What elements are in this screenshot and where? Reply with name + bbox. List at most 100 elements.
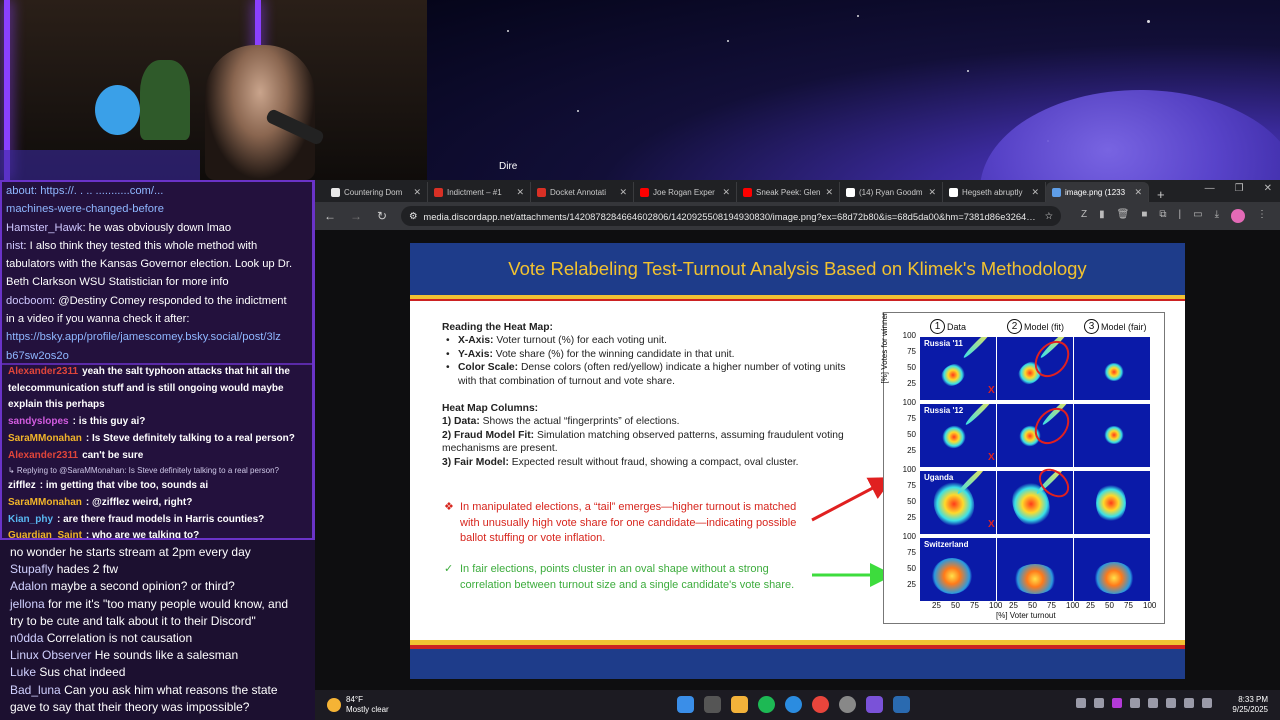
extension-icon[interactable]: ▮: [1099, 209, 1105, 223]
tab-close-icon[interactable]: ✕: [825, 187, 833, 198]
chat-username[interactable]: Adalon: [10, 579, 47, 593]
tab-close-icon[interactable]: ✕: [1134, 187, 1142, 198]
chat-panel[interactable]: about: https://. . .. ...........com/...…: [0, 180, 315, 540]
app-icon[interactable]: [839, 696, 856, 713]
extension-icons: Z ▮ 🗑 ■ ⧉ | ▭ ⤓ ⋮: [1081, 209, 1267, 223]
new-tab-button[interactable]: +: [1149, 187, 1173, 202]
bookmark-star-icon[interactable]: ☆: [1045, 210, 1053, 222]
chat-username[interactable]: Stupafly: [10, 562, 53, 576]
column-number: 1: [930, 319, 945, 334]
browser-tab[interactable]: image.png (1233 ✕: [1046, 182, 1149, 202]
chat-username[interactable]: docboom: [6, 295, 52, 307]
tab-close-icon[interactable]: ✕: [928, 187, 936, 198]
chat-username[interactable]: Kian_phy: [8, 514, 53, 525]
browser-tab[interactable]: Docket Annotati ✕: [531, 182, 634, 202]
task-view-icon[interactable]: [704, 696, 721, 713]
site-info-icon[interactable]: ⚙: [409, 210, 417, 222]
browser-tab[interactable]: Indictment – #1 ✕: [428, 182, 531, 202]
app-icon[interactable]: [866, 696, 883, 713]
file-explorer-icon[interactable]: [731, 696, 748, 713]
y-axis-label: [%] Votes for winner: [880, 312, 889, 384]
start-icon[interactable]: [677, 696, 694, 713]
browser-tab[interactable]: Countering Dom ✕: [325, 182, 428, 202]
tab-close-icon[interactable]: ✕: [619, 187, 627, 198]
volume-icon[interactable]: [1184, 698, 1194, 708]
browser-tab[interactable]: (14) Ryan Goodm ✕: [840, 182, 943, 202]
chat-username[interactable]: SaraMMonahan: [8, 433, 82, 444]
browser-tab[interactable]: Joe Rogan Exper ✕: [634, 182, 737, 202]
browser-tab[interactable]: Sneak Peek: Glen ✕: [737, 182, 840, 202]
clock[interactable]: 8:33 PM 9/25/2025: [1232, 695, 1268, 715]
edge-icon[interactable]: [785, 696, 802, 713]
chat-username[interactable]: Alexander2311: [8, 450, 78, 461]
minimize-icon[interactable]: —: [1205, 183, 1215, 194]
item-text: Voter turnout (%) for each voting unit.: [493, 335, 667, 347]
avatar[interactable]: [1231, 209, 1245, 223]
chat-text[interactable]: machines-were-changed-before: [6, 203, 164, 215]
callout-manipulated: ❖ In manipulated elections, a “tail” eme…: [444, 500, 804, 547]
chat-username[interactable]: Hamster_Hawk: [6, 222, 82, 234]
chat-username[interactable]: jellona: [10, 597, 45, 611]
red-arrow-icon: [811, 477, 894, 522]
tray-icon[interactable]: [1148, 698, 1158, 708]
chat-username[interactable]: n0dda: [10, 631, 43, 645]
tray-icon[interactable]: [1130, 698, 1140, 708]
favicon-icon: [331, 187, 340, 197]
tray-icon[interactable]: [1094, 698, 1104, 708]
tab-close-icon[interactable]: ✕: [722, 187, 730, 198]
heatmap-panel: Uganda: [920, 471, 996, 534]
heatmap-panel: Russia '12: [920, 404, 996, 467]
heatmap-cluster: [928, 476, 980, 532]
close-icon[interactable]: ✕: [1264, 183, 1272, 194]
checkmark-icon: ✓: [444, 563, 454, 575]
chat-username[interactable]: sandyslopes: [8, 416, 69, 427]
chat-text[interactable]: https://bsky.app/profile/jamescomey.bsky…: [6, 331, 281, 343]
trash-icon[interactable]: 🗑: [1117, 209, 1130, 223]
maximize-icon[interactable]: ❐: [1235, 183, 1244, 194]
extension-icon[interactable]: Z: [1081, 209, 1087, 223]
chat-username[interactable]: Bad_luna: [10, 683, 61, 697]
chrome-icon[interactable]: [812, 696, 829, 713]
clock-date: 9/25/2025: [1232, 705, 1268, 714]
chat-username[interactable]: SaraMMonahan: [8, 497, 82, 508]
menu-icon[interactable]: ⋮: [1257, 209, 1267, 223]
heatmap-cluster: [1096, 483, 1126, 523]
chat-username[interactable]: Luke: [10, 665, 36, 679]
battery-icon[interactable]: [1202, 698, 1212, 708]
chat-text[interactable]: b67sw2os2o: [6, 350, 69, 362]
spotify-icon[interactable]: [758, 696, 775, 713]
heatmap-panel: [1074, 337, 1150, 400]
forward-icon[interactable]: →: [349, 209, 363, 223]
plush-toy: [95, 85, 140, 135]
reload-icon[interactable]: ↻: [375, 209, 389, 223]
favicon-icon: [640, 187, 649, 197]
tray-icon[interactable]: [1112, 698, 1122, 708]
download-icon[interactable]: ⤓: [1215, 209, 1219, 223]
tab-close-icon[interactable]: ✕: [516, 187, 524, 198]
chat-text: Can you ask him what reasons the state: [64, 682, 278, 697]
tab-close-icon[interactable]: ✕: [1031, 187, 1039, 198]
chat-message: Adalon maybe a second opinion? or third?: [10, 578, 310, 595]
steam-icon[interactable]: [893, 696, 910, 713]
cast-icon[interactable]: ▭: [1193, 209, 1202, 223]
extension-icon[interactable]: ■: [1141, 209, 1147, 223]
chat-username[interactable]: Linux Observer: [10, 648, 91, 662]
puzzle-icon[interactable]: ⧉: [1159, 209, 1166, 223]
chat-panel-secondary[interactable]: no wonder he starts stream at 2pm every …: [0, 540, 315, 720]
tab-close-icon[interactable]: ✕: [413, 187, 421, 198]
chat-username[interactable]: Guardian_Saint: [8, 530, 82, 538]
y-tick-label: 50: [907, 564, 916, 573]
chat-username[interactable]: zifflez: [8, 480, 36, 491]
chat-username[interactable]: nist: [6, 240, 23, 252]
chat-username[interactable]: Alexander2311: [8, 366, 78, 377]
back-icon[interactable]: ←: [323, 209, 337, 223]
tray-icon[interactable]: [1076, 698, 1086, 708]
chat-message-list: no wonder he starts stream at 2pm every …: [10, 544, 310, 716]
wifi-icon[interactable]: [1166, 698, 1176, 708]
weather-widget[interactable]: 84°F Mostly clear: [327, 695, 389, 715]
chat-message: SaraMMonahan: @zifflez weird, right?: [8, 495, 312, 512]
item-label: X-Axis:: [458, 335, 494, 347]
browser-tab[interactable]: Hegseth abruptly ✕: [943, 182, 1046, 202]
chat-text[interactable]: about: https://. . .. ...........com/...: [6, 185, 163, 197]
address-bar[interactable]: ⚙ media.discordapp.net/attachments/14208…: [401, 206, 1061, 226]
